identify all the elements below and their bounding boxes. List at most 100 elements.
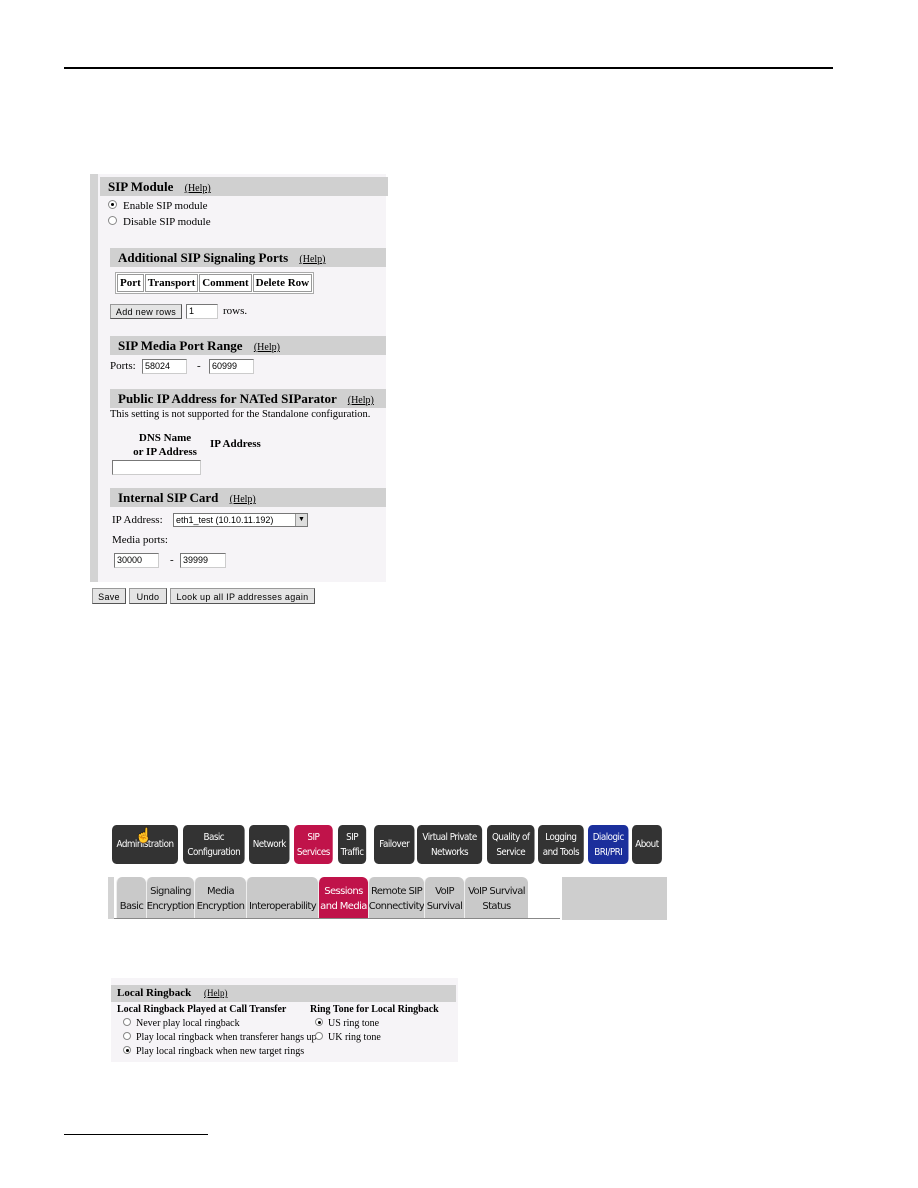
transferer-hangs-up-radio[interactable]: Play local ringback when transferer hang… — [123, 1032, 317, 1043]
media-port-range-header: SIP Media Port Range (Help) — [110, 336, 386, 355]
enable-sip-label: Enable SIP module — [123, 200, 208, 212]
internal-sip-card-header: Internal SIP Card (Help) — [110, 488, 386, 507]
tab-label: VoIP Survival — [426, 886, 463, 912]
radio-icon — [108, 200, 117, 209]
subtab-voip-survival-status[interactable]: VoIP Survival Status — [464, 877, 528, 918]
radio-icon — [315, 1032, 323, 1040]
internal-media-from-input[interactable]: 30000 — [114, 553, 159, 568]
local-ringback-header: Local Ringback (Help) — [111, 985, 456, 1002]
dropdown-arrow-icon: ▼ — [295, 514, 307, 526]
nav-logging-and-tools[interactable]: Logging and Tools — [538, 825, 584, 864]
transfer-ringback-title: Local Ringback Played at Call Transfer — [117, 1004, 287, 1015]
media-port-range-title: SIP Media Port Range — [118, 338, 243, 353]
ports-label: Ports: — [110, 360, 136, 372]
public-ip-title: Public IP Address for NATed SIParator — [118, 391, 337, 406]
disable-sip-radio[interactable]: Disable SIP module — [108, 216, 211, 228]
tab-label: Remote SIP Connectivity — [368, 886, 425, 912]
us-ring-tone-radio[interactable]: US ring tone — [315, 1018, 379, 1029]
col-comment: Comment — [199, 274, 252, 292]
col-delete-row: Delete Row — [252, 274, 313, 292]
nav-network[interactable]: Network — [249, 825, 290, 864]
ip-address-selected: eth1_test (10.10.11.192) — [176, 515, 274, 525]
internal-sip-card-help-link[interactable]: (Help) — [230, 494, 256, 505]
nav-sip-services[interactable]: SIP Services — [294, 825, 333, 864]
new-target-rings-label: Play local ringback when new target ring… — [136, 1046, 305, 1057]
hand-cursor-icon: ☝ — [135, 829, 153, 844]
transferer-hangs-up-label: Play local ringback when transferer hang… — [136, 1032, 317, 1043]
ring-tone-title: Ring Tone for Local Ringback — [310, 1004, 439, 1015]
never-play-radio[interactable]: Never play local ringback — [123, 1018, 240, 1029]
subtab-filler — [562, 877, 667, 920]
radio-icon — [108, 216, 117, 225]
media-port-range-help-link[interactable]: (Help) — [254, 342, 280, 353]
uk-ring-tone-radio[interactable]: UK ring tone — [315, 1032, 381, 1043]
disable-sip-label: Disable SIP module — [123, 216, 211, 228]
subtab-sessions-and-media[interactable]: Sessions and Media — [318, 877, 368, 918]
col-port: Port — [117, 274, 144, 292]
media-port-from-input[interactable]: 58024 — [142, 359, 187, 374]
signaling-ports-title: Additional SIP Signaling Ports — [118, 250, 289, 265]
nav-dialogic-bri-pri[interactable]: Dialogic BRI/PRI — [588, 825, 629, 864]
rows-count-input[interactable]: 1 — [186, 304, 218, 319]
ip-column-header: IP Address — [210, 438, 261, 450]
nav-quality-of-service[interactable]: Quality of Service — [487, 825, 535, 864]
public-ip-header: Public IP Address for NATed SIParator (H… — [110, 389, 386, 408]
sip-module-help-link[interactable]: (Help) — [185, 183, 211, 194]
col-transport: Transport — [144, 274, 199, 292]
subtab-baseline — [114, 918, 560, 919]
header-rule — [64, 67, 833, 69]
tab-label: Signaling Encryption — [146, 886, 195, 912]
signaling-ports-header: Additional SIP Signaling Ports (Help) — [110, 248, 386, 267]
nav-basic-configuration[interactable]: Basic Configuration — [183, 825, 245, 864]
tab-label: Media Encryption — [196, 886, 245, 912]
footnote-rule — [64, 1134, 208, 1135]
subtab-signaling-encryption[interactable]: Signaling Encryption — [146, 877, 195, 918]
nav-sip-traffic[interactable]: SIP Traffic — [338, 825, 367, 864]
dns-header-line1: DNS Name — [138, 432, 192, 444]
port-range-separator: - — [197, 360, 201, 372]
signaling-ports-table: Port Transport Comment Delete Row — [115, 272, 315, 294]
subtab-basic[interactable]: Basic — [116, 877, 146, 918]
tab-label: Logging and Tools — [542, 831, 580, 858]
nav-virtual-private-networks[interactable]: Virtual Private Networks — [417, 825, 483, 864]
dns-header-line2: or IP Address — [133, 446, 197, 458]
local-ringback-title: Local Ringback — [117, 987, 192, 999]
nav-failover[interactable]: Failover — [374, 825, 415, 864]
dns-name-input[interactable] — [112, 460, 201, 475]
sip-config-panel: SIP Module (Help) Enable SIP module Disa… — [90, 174, 388, 582]
ip-address-label: IP Address: — [112, 514, 163, 526]
media-ports-label: Media ports: — [112, 534, 168, 546]
uk-ring-tone-label: UK ring tone — [328, 1032, 381, 1043]
radio-icon — [315, 1018, 323, 1026]
ip-address-select[interactable]: eth1_test (10.10.11.192) ▼ — [173, 513, 308, 527]
local-ringback-help-link[interactable]: (Help) — [204, 988, 228, 998]
save-button[interactable]: Save — [92, 588, 126, 604]
signaling-ports-help-link[interactable]: (Help) — [299, 254, 325, 265]
radio-icon — [123, 1018, 131, 1026]
internal-media-to-input[interactable]: 39999 — [180, 553, 226, 568]
enable-sip-radio[interactable]: Enable SIP module — [108, 200, 208, 212]
tab-label: Quality of Service — [492, 831, 530, 858]
lookup-ip-button[interactable]: Look up all IP addresses again — [170, 588, 315, 604]
public-ip-help-link[interactable]: (Help) — [348, 395, 374, 406]
sip-module-header: SIP Module (Help) — [100, 177, 388, 196]
internal-port-separator: - — [170, 554, 174, 566]
undo-button[interactable]: Undo — [129, 588, 167, 604]
tab-label: Basic Configuration — [187, 831, 241, 858]
dns-column-header: DNS Name or IP Address — [120, 431, 210, 459]
subtab-interoperability[interactable]: Interoperability — [246, 877, 318, 918]
subtab-voip-survival[interactable]: VoIP Survival — [424, 877, 464, 918]
tab-label: Sessions and Media — [320, 886, 367, 912]
add-new-rows-button[interactable]: Add new rows — [110, 304, 182, 319]
subtab-media-encryption[interactable]: Media Encryption — [194, 877, 246, 918]
media-port-to-input[interactable]: 60999 — [209, 359, 254, 374]
tab-label: SIP Traffic — [340, 831, 364, 858]
tab-label: Virtual Private Networks — [422, 831, 477, 858]
nav-about[interactable]: About — [632, 825, 662, 864]
sip-module-title: SIP Module — [108, 179, 174, 194]
tab-label: VoIP Survival Status — [468, 886, 525, 912]
never-play-label: Never play local ringback — [136, 1018, 240, 1029]
new-target-rings-radio[interactable]: Play local ringback when new target ring… — [123, 1046, 304, 1057]
subtab-remote-sip-connectivity[interactable]: Remote SIP Connectivity — [368, 877, 425, 918]
subtab-left-edge — [108, 877, 114, 919]
